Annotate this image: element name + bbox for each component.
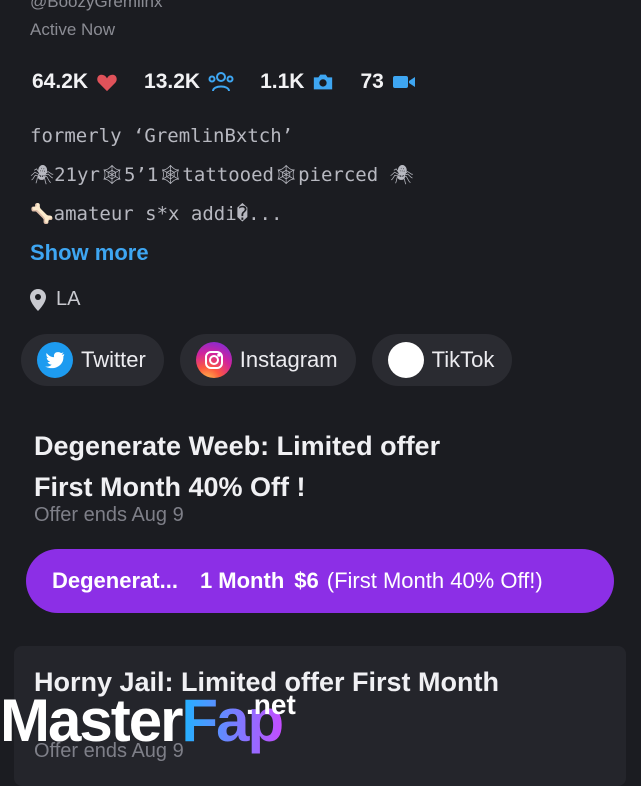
bio-line: formerly ‘GremlinBxtch’ — [30, 125, 294, 147]
videos-stat: 73 — [360, 70, 415, 94]
bio-line: 🕷21yr🕸5’1🕸tattooed🕸pierced 🕷 — [30, 164, 414, 186]
followers-stat: 13.2K — [144, 70, 234, 94]
tiktok-link[interactable]: TikTok — [371, 334, 513, 386]
offer-title-line: Degenerate Weeb: Limited offer — [34, 431, 441, 461]
twitter-link[interactable]: Twitter — [21, 334, 164, 386]
videos-count: 73 — [360, 70, 384, 93]
video-icon — [392, 76, 415, 88]
active-status: Active Now — [30, 20, 116, 39]
people-icon — [208, 72, 234, 92]
show-more-link[interactable]: Show more — [30, 240, 149, 266]
bio-line: 🦴amateur s*x addi�... — [30, 203, 283, 225]
instagram-label: Instagram — [239, 347, 338, 372]
instagram-icon — [195, 342, 232, 378]
offer-title: Degenerate Weeb: Limited offer First Mon… — [34, 426, 614, 508]
tier-discount-note: (First Month 40% Off!) — [326, 568, 543, 593]
camera-icon — [314, 74, 333, 90]
location-text: LA — [56, 288, 81, 310]
watermark-part: Master — [0, 687, 183, 754]
social-links: Twitter Instagram TikTok — [21, 334, 528, 386]
offer-title-line: First Month 40% Off ! — [34, 472, 306, 502]
offer-ends: Offer ends Aug 9 — [34, 504, 184, 526]
likes-stat: 64.2K — [32, 70, 118, 94]
tier-duration: 1 Month — [199, 568, 285, 593]
instagram-link[interactable]: Instagram — [179, 334, 356, 386]
location: LA — [30, 288, 80, 311]
photos-count: 1.1K — [260, 70, 305, 93]
profile-handle: @BoozyGremlinx — [30, 0, 163, 11]
tiktok-label: TikTok — [431, 347, 495, 372]
tier-name: Degenerat... — [52, 568, 178, 593]
heart-icon — [97, 74, 117, 92]
watermark-logo: MasterFap .net — [0, 687, 296, 754]
subscribe-button[interactable]: Degenerat... 1 Month $6 (First Month 40%… — [26, 549, 614, 613]
stats-bar: 64.2K 13.2K 1.1K 73 — [32, 70, 442, 94]
tiktok-icon — [387, 342, 424, 378]
photos-stat: 1.1K — [260, 70, 334, 94]
followers-count: 13.2K — [144, 70, 201, 93]
bio: formerly ‘GremlinBxtch’ 🕷21yr🕸5’1🕸tattoo… — [30, 122, 414, 239]
likes-count: 64.2K — [32, 70, 89, 93]
location-pin-icon — [30, 288, 46, 311]
watermark-suffix: .net — [246, 689, 296, 720]
tier-price: $6 — [294, 568, 319, 593]
twitter-icon — [37, 342, 73, 378]
twitter-label: Twitter — [81, 347, 146, 372]
